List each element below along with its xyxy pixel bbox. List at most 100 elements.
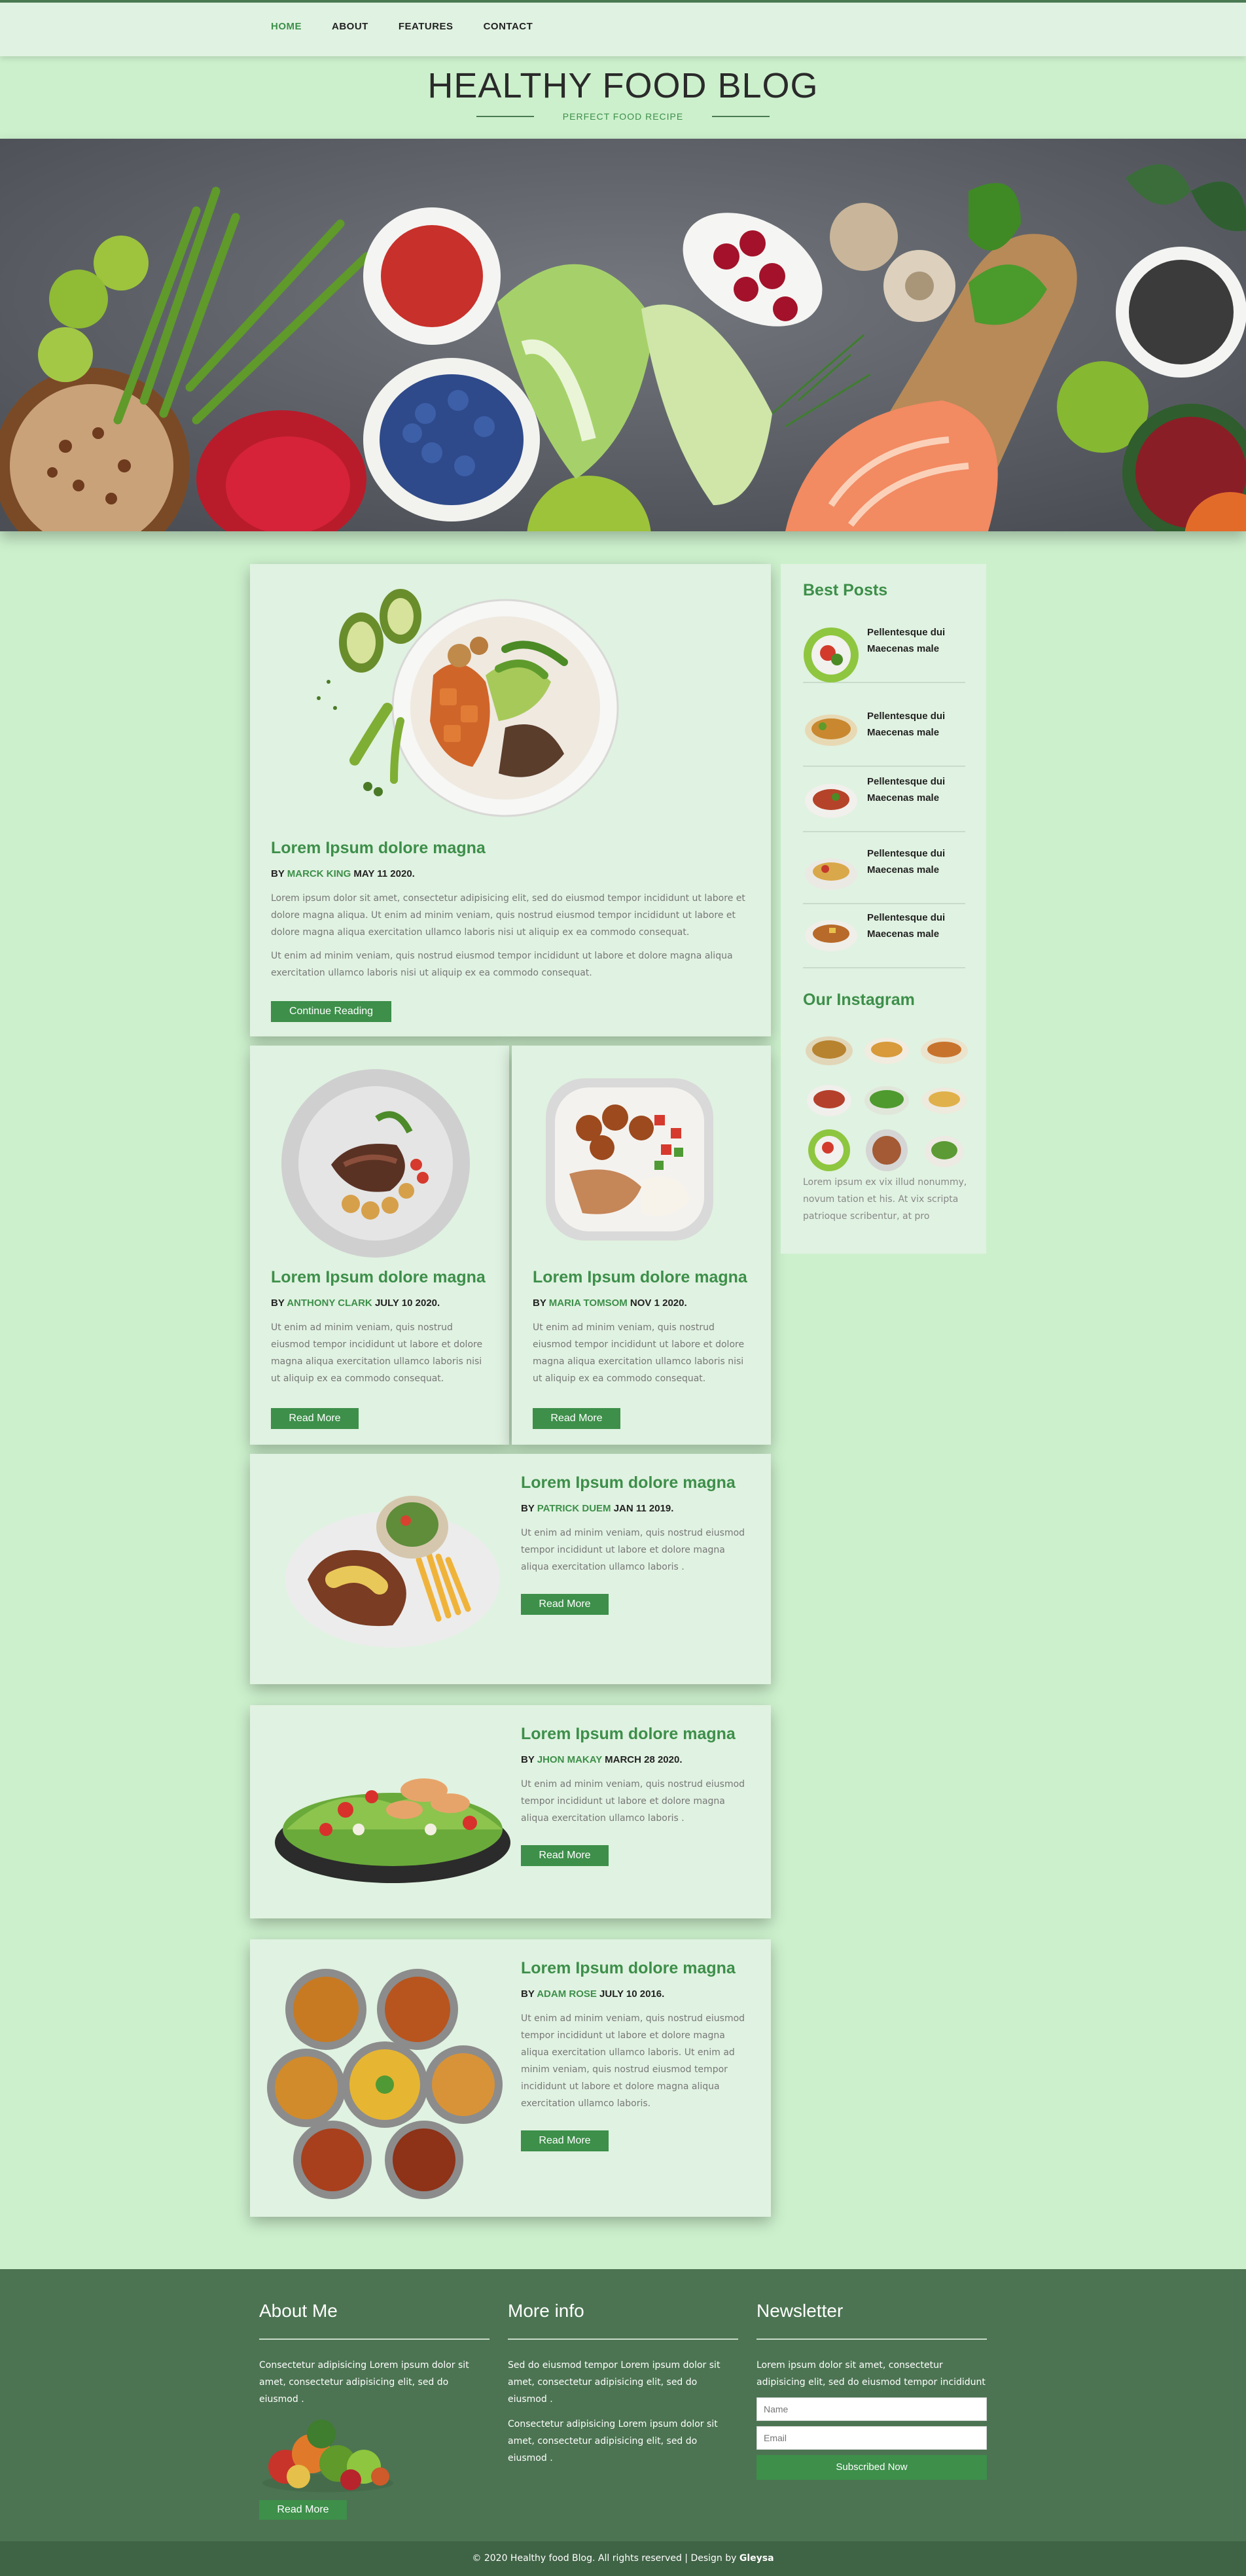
best-post-item[interactable]: Pellentesque dui Maecenas male [803,618,965,683]
post-4-read-more-button[interactable]: Read More [521,1845,609,1866]
footer-newsletter-column: Newsletter Lorem ipsum dolor sit amet, c… [756,2301,987,2480]
site-footer: About Me Consectetur adipisicing Lorem i… [0,2269,1246,2541]
footer-newsletter-heading: Newsletter [756,2301,844,2321]
best-post-item[interactable]: Pellentesque dui Maecenas male [803,701,965,767]
designer-link[interactable]: Gleysa [739,2553,774,2564]
post-2-author[interactable]: MARIA TOMSOM [549,1297,628,1309]
featured-post-card: Lorem Ipsum dolore magna BY MARCK KING M… [250,564,771,1036]
footer-more-info-heading: More info [508,2301,584,2321]
post-3-byline: BY PATRICK DUEM JAN 11 2019. [521,1503,750,1514]
site-tagline: PERFECT FOOD RECIPE [562,111,684,122]
post-3-image [281,1481,504,1655]
tagline-rule-left [476,116,534,117]
best-post-title: Pellentesque dui Maecenas male [867,773,945,806]
post-1-author[interactable]: ANTHONY CLARK [287,1297,372,1309]
best-post-line-1: Pellentesque dui [867,776,946,787]
post-3-author[interactable]: PATRICK DUEM [537,1503,611,1514]
post-1-date: JULY 10 2020. [374,1297,440,1309]
instagram-grid [803,1029,970,1173]
site-title: HEALTHY FOOD BLOG [427,66,819,105]
newsletter-email-input[interactable] [756,2426,987,2450]
byline-prefix: BY [521,1988,535,2000]
post-2-excerpt: Ut enim ad minim veniam, quis nostrud ei… [533,1322,745,1384]
post-5-read-more-button[interactable]: Read More [521,2130,609,2151]
nav-about-link[interactable]: ABOUT [332,21,368,32]
post-1-title[interactable]: Lorem Ipsum dolore magna [271,1268,493,1287]
post-5-image [267,1960,503,2206]
best-post-thumbnail [805,920,857,951]
post-5-author[interactable]: ADAM ROSE [537,1988,597,2000]
best-post-line-1: Pellentesque dui [867,711,946,722]
continue-reading-button[interactable]: Continue Reading [271,1001,391,1022]
post-4-date: MARCH 28 2020. [605,1754,683,1765]
instagram-heading: Our Instagram [803,991,915,1009]
best-post-line-2: Maecenas male [867,792,940,803]
post-5-date: JULY 10 2016. [599,1988,665,2000]
nav-home-link[interactable]: HOME [271,21,302,32]
post-card-2: Lorem Ipsum dolore magna BY MARIA TOMSOM… [512,1046,771,1445]
best-post-item[interactable]: Pellentesque dui Maecenas male [803,903,965,968]
best-post-line-2: Maecenas male [867,928,940,940]
post-4-image [274,1757,512,1892]
footer-divider [259,2338,490,2340]
best-post-thumbnail [805,858,857,890]
post-2-byline: BY MARIA TOMSOM NOV 1 2020. [533,1297,755,1309]
post-4-excerpt: Ut enim ad minim veniam, quis nostrud ei… [521,1779,745,1824]
footer-divider [756,2338,987,2340]
post-3-date: JAN 11 2019. [613,1503,674,1514]
footer-more-info-column: More info Sed do eiusmod tempor Lorem ip… [508,2301,738,2467]
newsletter-name-input[interactable] [756,2397,987,2421]
top-nav-bar: HOME ABOUT FEATURES CONTACT [0,0,1246,56]
post-3-title[interactable]: Lorem Ipsum dolore magna [521,1473,750,1492]
footer-about-column: About Me Consectetur adipisicing Lorem i… [259,2301,490,2520]
best-post-title: Pellentesque dui Maecenas male [867,624,945,657]
post-1-byline: BY ANTHONY CLARK JULY 10 2020. [271,1297,493,1309]
hero-banner-image [0,139,1246,531]
best-post-line-1: Pellentesque dui [867,627,946,638]
best-post-line-2: Maecenas male [867,727,940,738]
post-3-read-more-button[interactable]: Read More [521,1594,609,1615]
post-1-read-more-button[interactable]: Read More [271,1408,359,1429]
best-post-line-1: Pellentesque dui [867,912,946,923]
post-5-byline: BY ADAM ROSE JULY 10 2016. [521,1988,750,2000]
post-2-image [543,1076,716,1246]
featured-post-image [289,577,623,826]
best-post-item[interactable]: Pellentesque dui Maecenas male [803,767,965,832]
post-4-byline: BY JHON MAKAY MARCH 28 2020. [521,1754,750,1765]
post-card-1: Lorem Ipsum dolore magna BY ANTHONY CLAR… [250,1046,509,1445]
post-4-title[interactable]: Lorem Ipsum dolore magna [521,1725,750,1744]
footer-more-info-text-1: Sed do eiusmod tempor Lorem ipsum dolor … [508,2360,721,2405]
featured-post-paragraph-1: Lorem ipsum dolor sit amet, consectetur … [271,893,745,938]
footer-divider [508,2338,738,2340]
featured-post-author[interactable]: MARCK KING [287,868,351,879]
best-post-title: Pellentesque dui Maecenas male [867,909,945,942]
post-2-date: NOV 1 2020. [630,1297,687,1309]
featured-post-title[interactable]: Lorem Ipsum dolore magna [271,839,749,858]
byline-prefix: BY [271,868,285,879]
footer-more-info-text-2: Consectetur adipisicing Lorem ipsum dolo… [508,2419,718,2463]
post-card-4: Lorem Ipsum dolore magna BY JHON MAKAY M… [250,1705,771,1918]
instagram-photo [806,1036,968,1171]
post-5-title[interactable]: Lorem Ipsum dolore magna [521,1959,750,1978]
tagline-rule-right [712,116,770,117]
best-post-line-1: Pellentesque dui [867,848,946,859]
subscribe-button[interactable]: Subscribed Now [756,2455,987,2480]
best-post-thumbnail [805,715,857,746]
byline-prefix: BY [521,1754,535,1765]
footer-about-heading: About Me [259,2301,338,2321]
nav-contact-link[interactable]: CONTACT [484,21,533,32]
post-5-excerpt: Ut enim ad minim veniam, quis nostrud ei… [521,2013,745,2109]
byline-prefix: BY [521,1503,535,1514]
instagram-caption: Lorem ipsum ex vix illud nonummy, novum … [803,1177,967,1222]
best-post-item[interactable]: Pellentesque dui Maecenas male [803,839,965,904]
post-2-read-more-button[interactable]: Read More [533,1408,620,1429]
footer-read-more-button[interactable]: Read More [259,2500,347,2520]
post-4-author[interactable]: JHON MAKAY [537,1754,602,1765]
nav-features-link[interactable]: FEATURES [399,21,454,32]
best-post-line-2: Maecenas male [867,864,940,875]
post-2-title[interactable]: Lorem Ipsum dolore magna [533,1268,755,1287]
best-post-thumbnail [805,784,857,818]
best-post-title: Pellentesque dui Maecenas male [867,845,945,878]
post-1-image [279,1067,472,1263]
featured-post-date: MAY 11 2020. [353,868,415,879]
